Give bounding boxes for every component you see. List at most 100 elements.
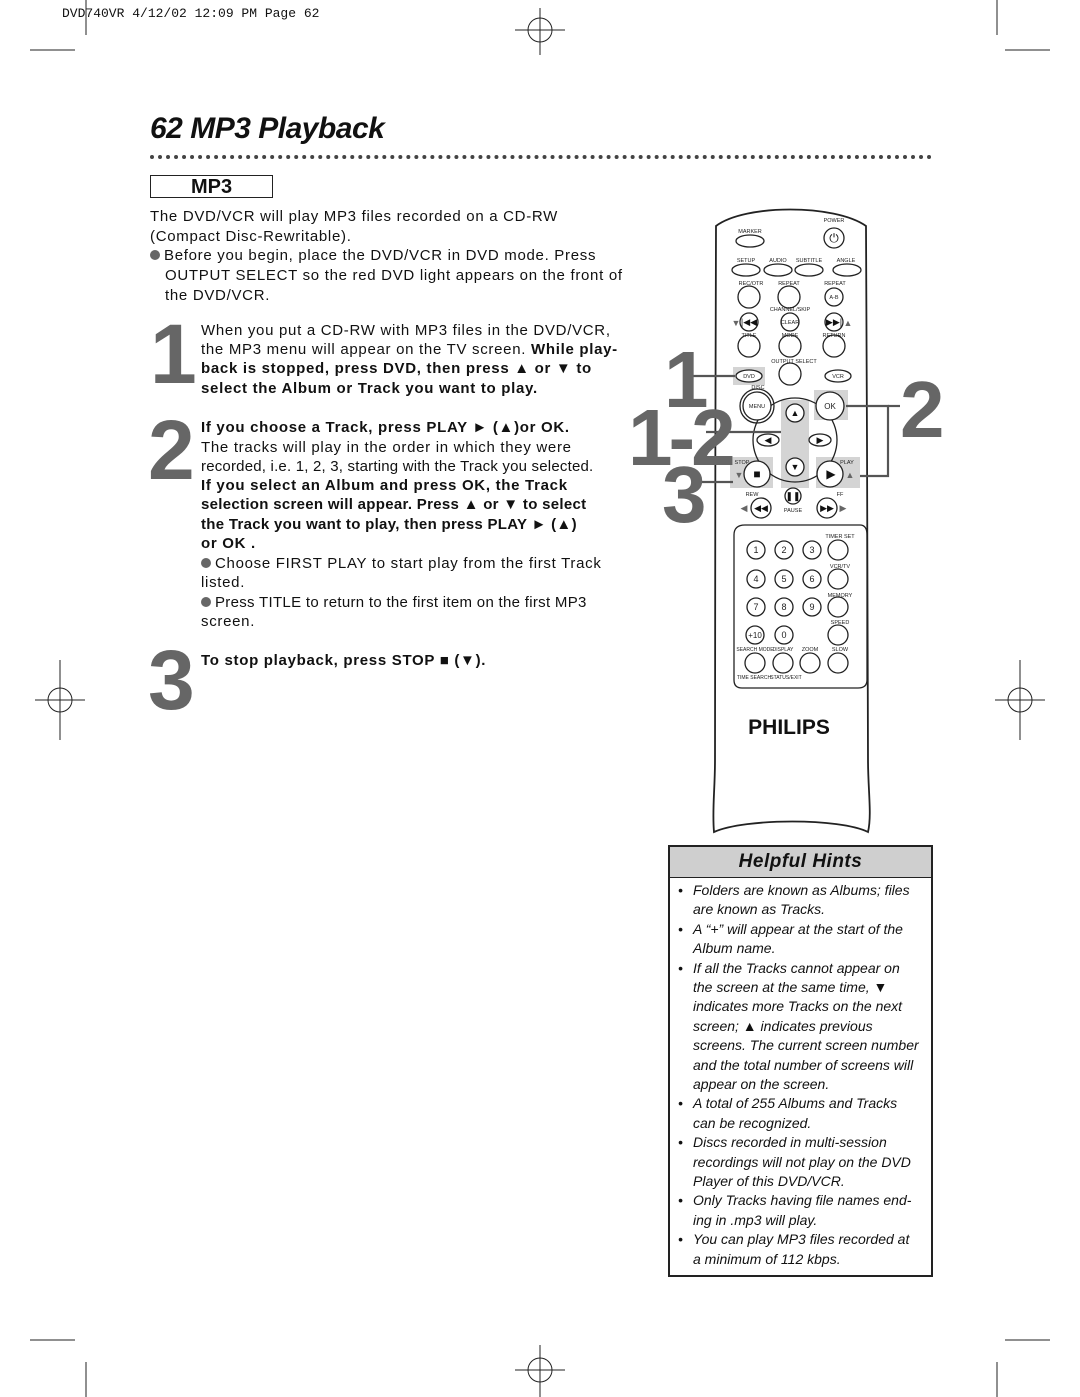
hint-line: recordings will not play on the DVD [678, 1153, 911, 1173]
menu-label: MENU [749, 404, 765, 410]
display-button[interactable] [772, 652, 794, 674]
hint-item: • Only Tracks having file names end- [678, 1191, 911, 1211]
channel-skip-label: CHANNEL/SKIP [770, 307, 811, 313]
vcr-tv-button[interactable] [827, 568, 849, 590]
hint-text: appear on the screen. [693, 1076, 830, 1092]
hint-item: • You can play MP3 files recorded at [678, 1230, 909, 1250]
audio-button[interactable] [763, 263, 793, 277]
hint-text: recordings will not play on the DVD [693, 1153, 911, 1170]
hint-text: screens. The current screen number [693, 1037, 919, 1054]
digit-label: 9 [809, 602, 814, 612]
hint-line: the screen at the same time, ▼ [678, 978, 887, 998]
hint-text: the screen at the same time, ▼ [693, 979, 888, 995]
angle-button[interactable] [832, 263, 862, 277]
repeat-label: REPEAT [778, 281, 800, 287]
dvd-label: DVD [743, 374, 755, 380]
right-icon: ▶ [817, 435, 824, 445]
bullet-icon: • [678, 1231, 683, 1248]
audio-label: AUDIO [769, 258, 787, 264]
hint-text: A “+” will appear at the start of the [693, 920, 903, 937]
bullet-icon: • [678, 1095, 683, 1112]
timer-set-button[interactable] [827, 539, 849, 561]
hint-line: can be recognized. [678, 1114, 811, 1134]
repeat-ab-label: REPEAT [824, 281, 846, 287]
hint-text: and the total number of screens will [693, 1056, 914, 1073]
hint-line: a minimum of 112 kbps. [678, 1250, 841, 1270]
hint-text: You can play MP3 files recorded at [693, 1231, 910, 1248]
hint-item: • A “+” will appear at the start of the [678, 920, 903, 940]
status-exit-label: STATUS/EXIT [770, 675, 801, 681]
digit-label: 7 [753, 602, 758, 612]
skip-back-icon: |◀◀ [741, 317, 757, 327]
bullet-icon: • [678, 1134, 683, 1151]
hint-line: and the total number of screens will [678, 1056, 913, 1076]
slow-label: SLOW [832, 647, 849, 653]
memory-button[interactable] [827, 596, 849, 618]
rec-otr-label: REC/OTR [739, 281, 764, 287]
hint-line: ing in .mp3 will play. [678, 1211, 817, 1231]
digit-label: 4 [753, 574, 758, 584]
hint-text: screen; ▲ indicates previous [693, 1017, 873, 1034]
search-mode-button[interactable] [744, 652, 766, 674]
hint-line: screens. The current screen number [678, 1036, 919, 1056]
speed-label: SPEED [831, 620, 850, 626]
left-icon: ◀ [765, 435, 772, 445]
hint-line: Album name. [678, 939, 775, 959]
speed-button[interactable] [827, 624, 849, 646]
setup-button[interactable] [731, 263, 761, 277]
digit-label: 3 [809, 545, 814, 555]
digit-label: 8 [781, 602, 786, 612]
marker-button[interactable] [735, 234, 765, 248]
digit-label: 6 [809, 574, 814, 584]
bullet-icon: • [678, 882, 683, 898]
title-label: TITLE [742, 333, 757, 339]
repeat-button[interactable] [777, 285, 801, 309]
pause-icon: ❚❚ [785, 491, 800, 502]
hint-item: • A total of 255 Albums and Tracks [678, 1094, 897, 1114]
hint-text: ing in .mp3 will play. [693, 1211, 818, 1228]
philips-logo: PHILIPS [748, 716, 830, 739]
ab-label: A-B [829, 295, 839, 301]
hint-text: A total of 255 Albums and Tracks [693, 1095, 898, 1112]
rew-label: REW [746, 492, 760, 498]
bullet-icon: • [678, 920, 683, 937]
angle-label: ANGLE [837, 258, 856, 264]
timer-set-label: TIMER SET [825, 534, 855, 540]
stop-icon: ■ [753, 467, 760, 481]
hint-text: If all the Tracks cannot appear on [693, 959, 900, 976]
vcr-tv-label: VCR/TV [830, 564, 851, 570]
disc-label: DISC [751, 385, 764, 391]
fast-forward-icon: ▶▶ [820, 503, 834, 513]
time-search-label: TIME SEARCH [737, 675, 772, 681]
vcr-label: VCR [832, 374, 844, 380]
play-icon: ▶ [826, 467, 836, 481]
down-icon: ▼ [791, 462, 800, 472]
bullet-icon: • [678, 959, 683, 976]
subtitle-label: SUBTITLE [796, 258, 823, 264]
hint-text: Folders are known as Albums; files [693, 882, 910, 898]
hint-text: Album name. [693, 940, 776, 957]
display-label: DISPLAY [773, 647, 794, 653]
hint-text: a minimum of 112 kbps. [693, 1250, 841, 1267]
marker-label: MARKER [738, 229, 762, 235]
down-arrow-icon: ▼ [735, 470, 744, 480]
up-arrow-icon: ▲ [844, 318, 853, 328]
slow-button[interactable] [827, 652, 849, 674]
stop-label: STOP [735, 460, 750, 466]
return-label: RETURN [823, 333, 846, 339]
left-arrow-icon: ◀ [741, 503, 748, 513]
memory-label: MEMORY [828, 593, 853, 599]
subtitle-button[interactable] [794, 263, 824, 277]
hint-text: Discs recorded in multi-session [693, 1134, 887, 1151]
output-select-button[interactable] [778, 362, 802, 386]
zoom-button[interactable] [799, 652, 821, 674]
callout-3: 3 [662, 450, 706, 539]
ff-label: FF [837, 492, 844, 498]
rec-otr-button[interactable] [737, 285, 761, 309]
hint-text: Only Tracks having file names end- [693, 1192, 912, 1209]
hint-item: • Folders are known as Albums; files [678, 881, 910, 901]
hint-line: screen; ▲ indicates previous [678, 1017, 873, 1037]
callout-2: 2 [900, 365, 944, 454]
zoom-label: ZOOM [802, 647, 819, 653]
clear-label: CLEAR [781, 320, 799, 326]
